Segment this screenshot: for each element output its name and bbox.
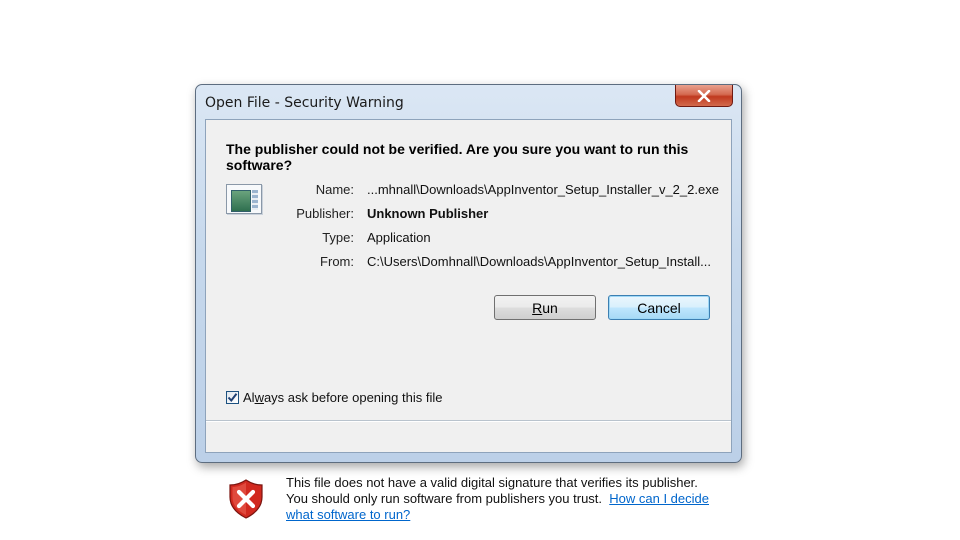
always-ask-checkbox[interactable] (226, 391, 239, 404)
run-mnemonic: R (532, 299, 543, 316)
warning-headline: The publisher could not be verified. Are… (226, 141, 689, 173)
checkmark-icon (227, 393, 238, 403)
type-label: Type: (322, 230, 354, 245)
always-ask-label: Always ask before opening this file (243, 390, 443, 405)
always-ask-checkbox-row[interactable]: Always ask before opening this file (226, 390, 442, 405)
from-value: C:\Users\Domhnall\Downloads\AppInventor_… (367, 254, 711, 269)
cancel-button[interactable]: Cancel (608, 295, 710, 320)
type-value: Application (367, 230, 431, 245)
close-icon (697, 89, 711, 102)
publisher-label: Publisher: (296, 206, 354, 221)
name-label: Name: (315, 182, 354, 197)
warning-message: This file does not have a valid digital … (286, 475, 716, 523)
close-button[interactable] (675, 85, 733, 107)
publisher-value: Unknown Publisher (367, 206, 489, 221)
dialog-body: The publisher could not be verified. Are… (205, 119, 732, 522)
title-bar[interactable]: Open File - Security Warning (196, 85, 741, 119)
name-value: ...mhnall\Downloads\AppInventor_Setup_In… (367, 182, 719, 197)
from-label: From: (320, 254, 354, 269)
run-label: un (542, 299, 558, 316)
security-shield-error-icon (229, 479, 263, 519)
separator (206, 420, 731, 422)
run-button[interactable]: Run (494, 295, 596, 320)
window-title: Open File - Security Warning (205, 95, 404, 111)
security-warning-dialog: Open File - Security Warning The publish… (195, 84, 742, 522)
